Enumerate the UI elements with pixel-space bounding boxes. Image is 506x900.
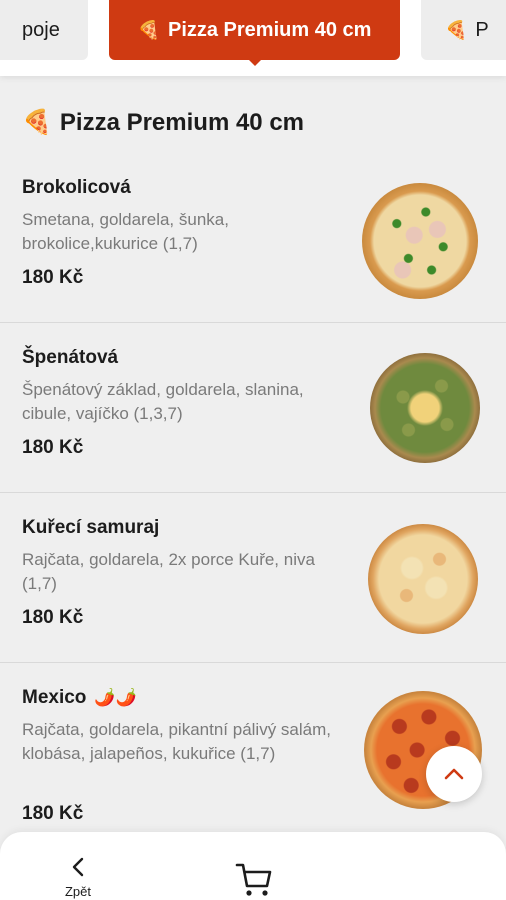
category-tab-next[interactable]: 🍕 P	[421, 0, 506, 60]
chili-icon: 🌶️🌶️	[94, 688, 137, 707]
item-name: Brokolicová	[22, 177, 131, 198]
item-description: Rajčata, goldarela, pikantní pálivý salá…	[22, 720, 331, 763]
scroll-top-button[interactable]	[426, 746, 482, 802]
item-price: 180 Kč	[22, 803, 84, 824]
item-description: Rajčata, goldarela, 2x porce Kuře, niva …	[22, 550, 315, 593]
item-description: Smetana, goldarela, šunka, brokolice,kuk…	[22, 210, 229, 253]
pizza-image	[370, 353, 480, 463]
category-bar: poje 🍕 Pizza Premium 40 cm 🍕 P	[0, 0, 506, 76]
divider	[0, 322, 506, 323]
chevron-up-icon	[444, 768, 464, 780]
section-title-text: Pizza Premium 40 cm	[59, 108, 305, 136]
active-tab-indicator	[247, 58, 263, 66]
category-tab-active-label: Pizza Premium 40 cm	[167, 18, 372, 41]
chevron-left-icon	[72, 857, 84, 877]
category-tab-prev[interactable]: poje	[0, 0, 88, 60]
cart-icon	[235, 863, 272, 896]
pizza-icon: 🍕	[22, 109, 52, 136]
item-price: 180 Kč	[22, 437, 84, 458]
back-button[interactable]: Zpět	[50, 856, 106, 900]
bottom-navigation: Zpět	[0, 832, 506, 900]
cart-button[interactable]	[234, 860, 274, 900]
category-tab-next-label: P	[475, 18, 489, 41]
divider	[0, 492, 506, 493]
item-name: Kuřecí samuraj	[22, 517, 160, 538]
pizza-image	[368, 524, 478, 634]
category-tab-active[interactable]: 🍕 Pizza Premium 40 cm	[109, 0, 400, 60]
item-name: Špenátová	[22, 347, 119, 368]
pizza-icon: 🍕	[137, 19, 160, 40]
pizza-icon: 🍕	[445, 19, 468, 40]
item-name: Mexico 🌶️🌶️	[22, 687, 137, 708]
item-price: 180 Kč	[22, 607, 84, 628]
divider	[0, 662, 506, 663]
item-description: Špenátový základ, goldarela, slanina, ci…	[22, 380, 304, 423]
category-tab-prev-label: poje	[22, 18, 60, 41]
back-label: Zpět	[64, 884, 91, 899]
pizza-image	[362, 183, 478, 299]
section-title: 🍕 Pizza Premium 40 cm	[22, 108, 304, 137]
item-price: 180 Kč	[22, 267, 84, 288]
